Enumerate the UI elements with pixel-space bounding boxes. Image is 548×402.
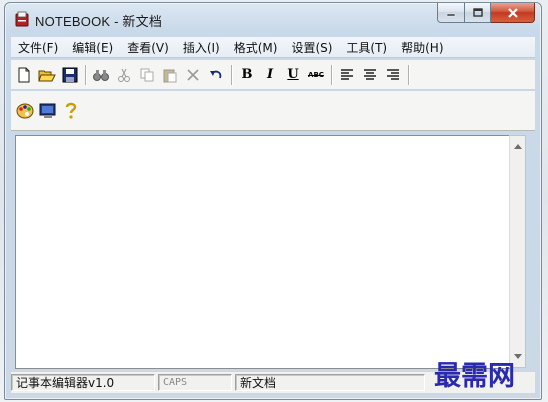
maximize-button[interactable] — [465, 3, 491, 23]
scroll-down-arrow-icon[interactable] — [514, 354, 522, 359]
open-folder-icon — [38, 70, 56, 81]
extra-toolbar — [11, 91, 535, 131]
menu-format[interactable]: 格式(M) — [227, 39, 285, 56]
menu-file[interactable]: 文件(F) — [11, 39, 65, 56]
menu-help[interactable]: 帮助(H) — [394, 39, 450, 56]
status-app-version: 记事本编辑器v1.0 — [11, 374, 155, 391]
title-bar[interactable]: NOTEBOOK - 新文档 — [5, 3, 541, 33]
align-right-icon — [387, 68, 399, 80]
align-right-button[interactable] — [383, 65, 403, 85]
question-mark-icon — [65, 102, 77, 119]
cut-button[interactable] — [114, 65, 134, 85]
menu-settings[interactable]: 设置(S) — [284, 39, 339, 56]
standard-toolbar: B I U ABC — [11, 60, 535, 90]
align-center-button[interactable] — [360, 65, 380, 85]
menu-view[interactable]: 查看(V) — [120, 39, 176, 56]
menu-bar: 文件(F) 编辑(E) 查看(V) 插入(I) 格式(M) 设置(S) 工具(T… — [11, 37, 535, 58]
screen-button[interactable] — [38, 101, 58, 121]
align-left-button[interactable] — [337, 65, 357, 85]
save-disk-icon — [62, 67, 78, 82]
scroll-up-arrow-icon[interactable] — [514, 144, 522, 149]
find-button[interactable] — [91, 65, 111, 85]
status-document-name: 新文档 — [235, 374, 425, 391]
align-left-icon — [341, 68, 353, 80]
caption-buttons — [437, 3, 535, 23]
undo-icon — [210, 70, 222, 78]
undo-button[interactable] — [206, 65, 226, 85]
underline-button[interactable]: U — [283, 65, 303, 85]
italic-button[interactable]: I — [260, 65, 280, 85]
menu-tools[interactable]: 工具(T) — [339, 39, 394, 56]
close-button[interactable] — [491, 3, 535, 23]
toolbar-separator — [231, 64, 233, 85]
bold-button[interactable]: B — [237, 65, 257, 85]
binoculars-icon — [93, 69, 109, 81]
help-button[interactable] — [61, 101, 81, 121]
save-button[interactable] — [60, 65, 80, 85]
app-window: NOTEBOOK - 新文档 文件(F) 编辑(E) 查看(V) 插入(I) 格… — [4, 2, 542, 400]
palette-button[interactable] — [15, 101, 35, 121]
copy-button[interactable] — [137, 65, 157, 85]
delete-x-icon — [187, 68, 199, 81]
minimize-button[interactable] — [437, 3, 465, 23]
status-caps: CAPS — [158, 374, 232, 391]
menu-insert[interactable]: 插入(I) — [176, 39, 227, 56]
monitor-icon — [39, 103, 56, 118]
new-file-button[interactable] — [14, 65, 34, 85]
window-title: NOTEBOOK - 新文档 — [35, 14, 163, 29]
toolbar-separator — [85, 64, 87, 85]
open-file-button[interactable] — [37, 65, 57, 85]
toolbar-separator — [408, 64, 410, 85]
menu-edit[interactable]: 编辑(E) — [65, 39, 120, 56]
close-icon — [507, 7, 518, 18]
text-editor[interactable] — [15, 135, 510, 369]
new-file-icon — [18, 67, 30, 82]
scissors-icon — [118, 68, 130, 82]
copy-icon — [140, 68, 154, 81]
align-center-icon — [364, 68, 376, 80]
notebook-app-icon[interactable] — [14, 11, 30, 27]
paste-button[interactable] — [160, 65, 180, 85]
delete-button[interactable] — [183, 65, 203, 85]
paste-clipboard-icon — [163, 69, 177, 82]
toolbar-separator — [331, 64, 333, 85]
color-palette-icon — [16, 103, 34, 118]
maximize-icon — [472, 7, 483, 17]
watermark-text: 最需网 — [434, 361, 515, 392]
minimize-icon — [446, 13, 456, 16]
vertical-scrollbar[interactable] — [509, 135, 526, 368]
strikethrough-button[interactable]: ABC — [306, 65, 326, 85]
